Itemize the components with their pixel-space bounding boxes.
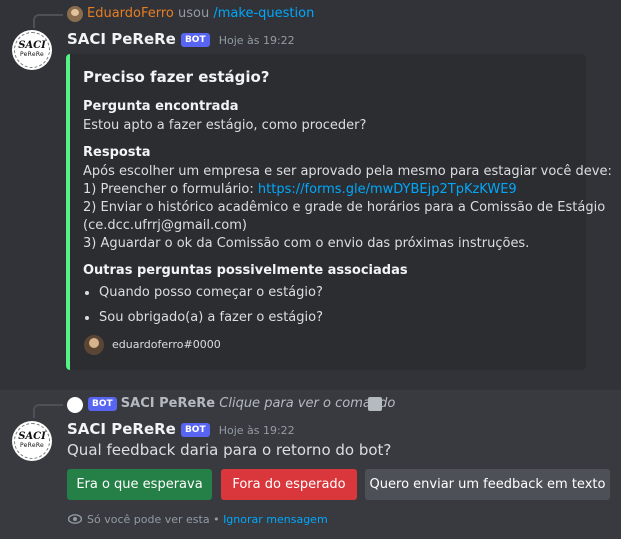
answer-line-2-prefix: 1) Preencher o formulário: <box>83 182 258 197</box>
bot-avatar-2[interactable]: SACI PeReRe <box>12 421 52 461</box>
related-item: Quando posso começar o estágio? <box>99 280 323 305</box>
answer-line-3: 2) Enviar o histórico acadêmico e grade … <box>83 200 606 215</box>
bot-tag-2: BOT <box>180 422 210 437</box>
eye-icon <box>68 514 82 524</box>
button-unexpected[interactable]: Fora do esperado <box>221 469 357 500</box>
embed-title: Preciso fazer estágio? <box>83 68 270 86</box>
answer-line-1: Após escolher um empresa e ser aprovado … <box>83 164 612 179</box>
related-list: Quando posso começar o estágio? Sou obri… <box>83 280 323 330</box>
bot-tag: BOT <box>180 32 210 47</box>
message-content: Qual feedback daria para o retorno do bo… <box>67 441 392 459</box>
footer-text: eduardoferro#0000 <box>112 338 221 351</box>
author-name-2[interactable]: SACI PeReRe <box>67 420 176 438</box>
author-name[interactable]: SACI PeReRe <box>67 30 176 48</box>
dismiss-message-link[interactable]: Ignorar mensagem <box>223 513 328 526</box>
reply-bot-tag: BOT <box>88 396 117 411</box>
ephemeral-text: Só você pode ver esta • <box>87 513 220 526</box>
reply-connector-2 <box>33 404 63 418</box>
button-text-feedback[interactable]: Quero enviar um feedback em texto <box>365 469 610 500</box>
related-item: Sou obrigado(a) a fazer o estágio? <box>99 305 323 330</box>
reply-used-text: usou <box>178 6 210 21</box>
footer-avatar <box>84 335 104 355</box>
field-related-name: Outras perguntas possivelmente associada… <box>83 263 408 278</box>
form-link[interactable]: https://forms.gle/mwDYBEjp2TpKzKWE9 <box>258 182 517 197</box>
command-bot-icon <box>67 397 83 413</box>
ephemeral-note: Só você pode ver esta • Ignorar mensagem <box>87 513 328 526</box>
reply-line-1: EduardoFerro usou /make-question <box>87 6 314 21</box>
timestamp-2[interactable]: Hoje às 19:22 <box>219 424 295 437</box>
message-header: SACI PeReRe BOT Hoje às 19:22 <box>67 29 295 48</box>
edit-icon[interactable] <box>368 397 382 411</box>
answer-line-2: 1) Preencher o formulário: https://forms… <box>83 181 517 199</box>
reply-connector <box>33 14 63 28</box>
field-question-name: Pergunta encontrada <box>83 99 239 114</box>
message-header-2: SACI PeReRe BOT Hoje às 19:22 <box>67 419 295 438</box>
answer-line-5: 3) Aguardar o ok da Comissão com o envio… <box>83 236 530 251</box>
timestamp[interactable]: Hoje às 19:22 <box>219 34 295 47</box>
reply-user-avatar[interactable] <box>67 6 83 22</box>
embed-card: Preciso fazer estágio? Pergunta encontra… <box>66 54 612 370</box>
field-question-value: Estou apto a fazer estágio, como procede… <box>83 118 367 133</box>
field-answer-name: Resposta <box>83 145 151 160</box>
reply-username[interactable]: EduardoFerro <box>87 6 174 21</box>
bot-avatar[interactable]: SACI PeReRe <box>12 30 52 70</box>
button-expected[interactable]: Era o que esperava <box>67 469 212 500</box>
reply-author[interactable]: SACI PeReRe <box>121 396 215 411</box>
reply-command[interactable]: /make-question <box>213 6 314 21</box>
reply-line-2: BOT SACI PeReRe Clique para ver o comand… <box>88 396 395 411</box>
answer-line-4: (ce.dcc.ufrrj@gmail.com) <box>83 218 247 233</box>
